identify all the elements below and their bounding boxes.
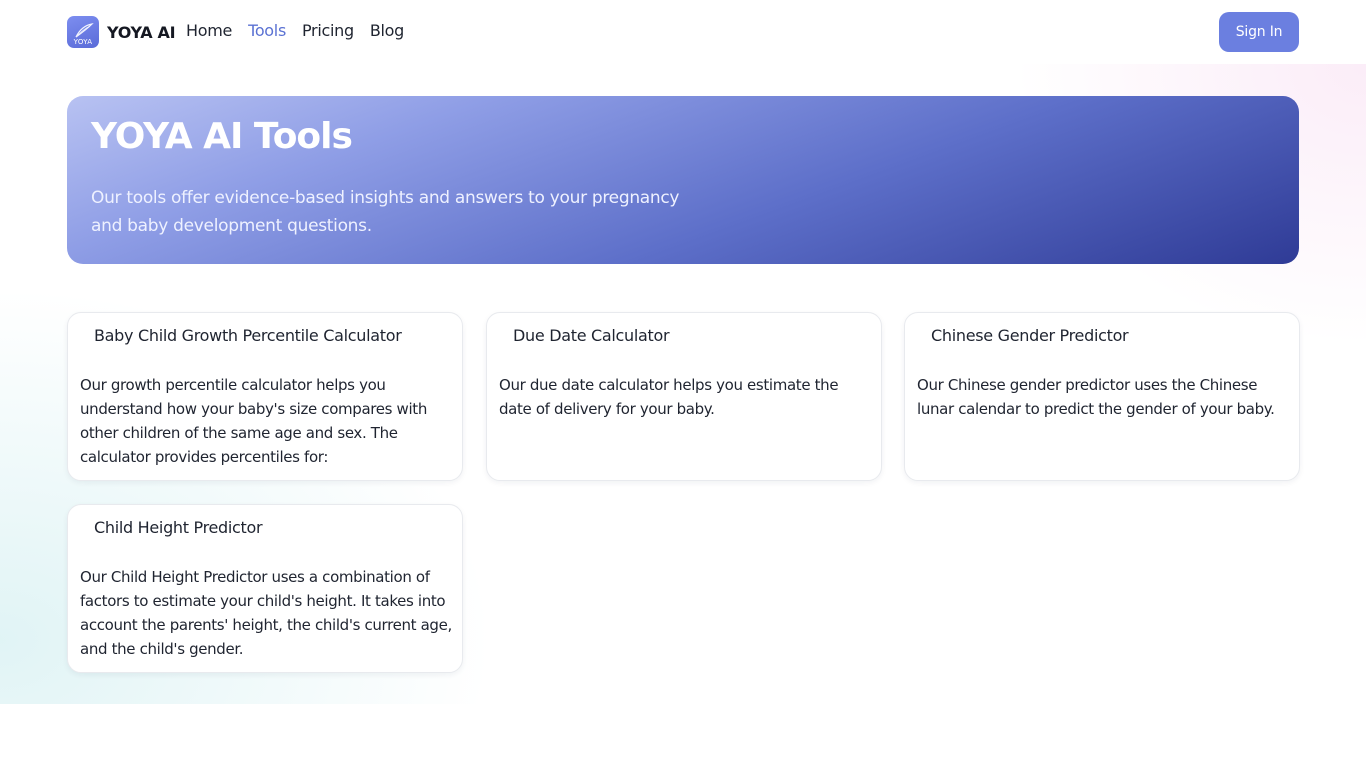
sign-in-button[interactable]: Sign In [1219, 12, 1299, 52]
nav-link-home[interactable]: Home [186, 21, 232, 40]
tool-card-title: Due Date Calculator [513, 326, 670, 345]
tool-card-growth-percentile[interactable]: Baby Child Growth Percentile Calculator … [67, 312, 463, 481]
tool-card-chinese-gender[interactable]: Chinese Gender Predictor Our Chinese gen… [904, 312, 1300, 481]
logo-icon: YOYA [67, 16, 99, 48]
hero-banner: YOYA AI Tools Our tools offer evidence-b… [67, 96, 1299, 264]
tool-card-description: Our due date calculator helps you estima… [499, 376, 839, 418]
nav-link-blog[interactable]: Blog [370, 21, 404, 40]
tool-card-title: Baby Child Growth Percentile Calculator [94, 326, 402, 345]
tool-card-description: Our growth percentile calculator helps y… [80, 376, 427, 466]
page-title: YOYA AI Tools [91, 116, 353, 157]
tool-card-height-predictor[interactable]: Child Height Predictor Our Child Height … [67, 504, 463, 673]
tool-card-due-date[interactable]: Due Date Calculator Our due date calcula… [486, 312, 882, 481]
nav-link-pricing[interactable]: Pricing [302, 21, 354, 40]
tool-card-description: Our Child Height Predictor uses a combin… [80, 568, 452, 658]
tool-card-title: Chinese Gender Predictor [931, 326, 1129, 345]
main-nav: Home Tools Pricing Blog [186, 21, 420, 40]
hero-subtitle: Our tools offer evidence-based insights … [91, 188, 680, 236]
logo-link[interactable]: YOYA YOYA AI [67, 16, 176, 48]
brand-name: YOYA AI [107, 22, 176, 42]
tool-card-title: Child Height Predictor [94, 518, 263, 537]
nav-link-tools[interactable]: Tools [248, 21, 286, 40]
tool-card-description: Our Chinese gender predictor uses the Ch… [917, 376, 1275, 418]
logo-text: YOYA [73, 38, 93, 46]
site-header: YOYA YOYA AI Home Tools Pricing Blog Sig… [0, 0, 1366, 64]
